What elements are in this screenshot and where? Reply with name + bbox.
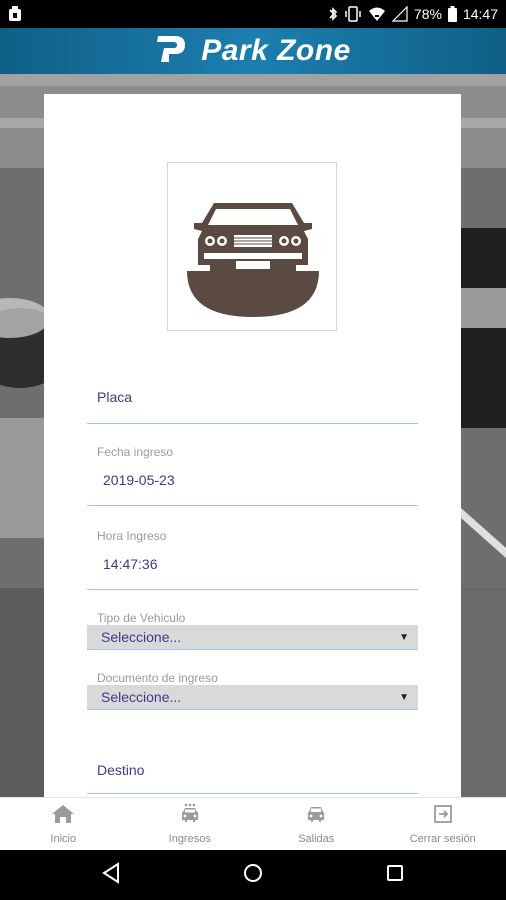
nav-label-inicio: Inicio [50, 833, 77, 845]
nav-item-ingresos[interactable]: Ingresos [127, 798, 254, 850]
placa-field[interactable]: Placa [87, 372, 418, 424]
car-image-frame [167, 162, 337, 331]
placa-label: Placa [97, 389, 133, 405]
fecha-ingreso-field[interactable]: Fecha ingreso 2019-05-23 [87, 440, 418, 506]
car-in-icon [179, 803, 201, 830]
fecha-ingreso-value: 2019-05-23 [103, 472, 175, 488]
destino-field[interactable]: Destino [87, 744, 418, 794]
system-nav-bar [0, 850, 506, 900]
wifi-icon [368, 6, 386, 22]
home-icon [50, 803, 76, 830]
vibrate-icon [344, 6, 362, 22]
tipo-vehiculo-value: Seleccione... [101, 629, 182, 645]
tipo-vehiculo-label: Tipo de Vehiculo [97, 611, 186, 625]
hora-ingreso-label: Hora Ingreso [97, 529, 167, 543]
nav-item-inicio[interactable]: Inicio [0, 798, 127, 850]
bottom-nav: Inicio Ingresos Salidas Cerrar sesión [0, 797, 506, 850]
clock: 14:47 [462, 6, 498, 22]
recents-icon[interactable] [385, 863, 405, 888]
nav-label-salidas: Salidas [298, 833, 335, 845]
car-front-icon [184, 199, 322, 324]
signal-icon [391, 6, 408, 22]
documento-ingreso-value: Seleccione... [101, 689, 182, 705]
back-icon[interactable] [101, 861, 121, 889]
park-zone-logo-icon [155, 32, 187, 71]
logout-icon [432, 803, 454, 830]
nav-label-ingresos: Ingresos [168, 833, 211, 845]
vehicle-entry-card: Placa Fecha ingreso 2019-05-23 Hora Ingr… [44, 94, 461, 797]
nav-label-cerrar-sesion: Cerrar sesión [409, 833, 476, 845]
dropdown-arrow-icon: ▼ [399, 691, 409, 703]
app-header: Park Zone [0, 28, 506, 74]
dropdown-arrow-icon: ▼ [399, 631, 409, 643]
hora-ingreso-field[interactable]: Hora Ingreso 14:47:36 [87, 524, 418, 590]
documento-ingreso-label: Documento de ingreso [97, 671, 218, 685]
home-circle-icon[interactable] [242, 862, 264, 889]
bluetooth-icon [328, 6, 338, 22]
fecha-ingreso-label: Fecha ingreso [97, 445, 174, 459]
documento-ingreso-select[interactable]: Seleccione... ▼ [87, 685, 418, 710]
nav-item-salidas[interactable]: Salidas [253, 798, 380, 850]
hora-ingreso-value: 14:47:36 [103, 556, 158, 572]
battery-icon [447, 6, 457, 22]
status-bar: 78% 14:47 [0, 0, 506, 28]
destino-label: Destino [97, 762, 145, 778]
battery-text: 78% [413, 6, 442, 22]
tipo-vehiculo-select[interactable]: Seleccione... ▼ [87, 625, 418, 650]
app-title: Park Zone [201, 34, 351, 67]
car-out-icon [305, 803, 327, 830]
notification-icon [8, 6, 22, 22]
nav-item-cerrar-sesion[interactable]: Cerrar sesión [380, 798, 506, 850]
